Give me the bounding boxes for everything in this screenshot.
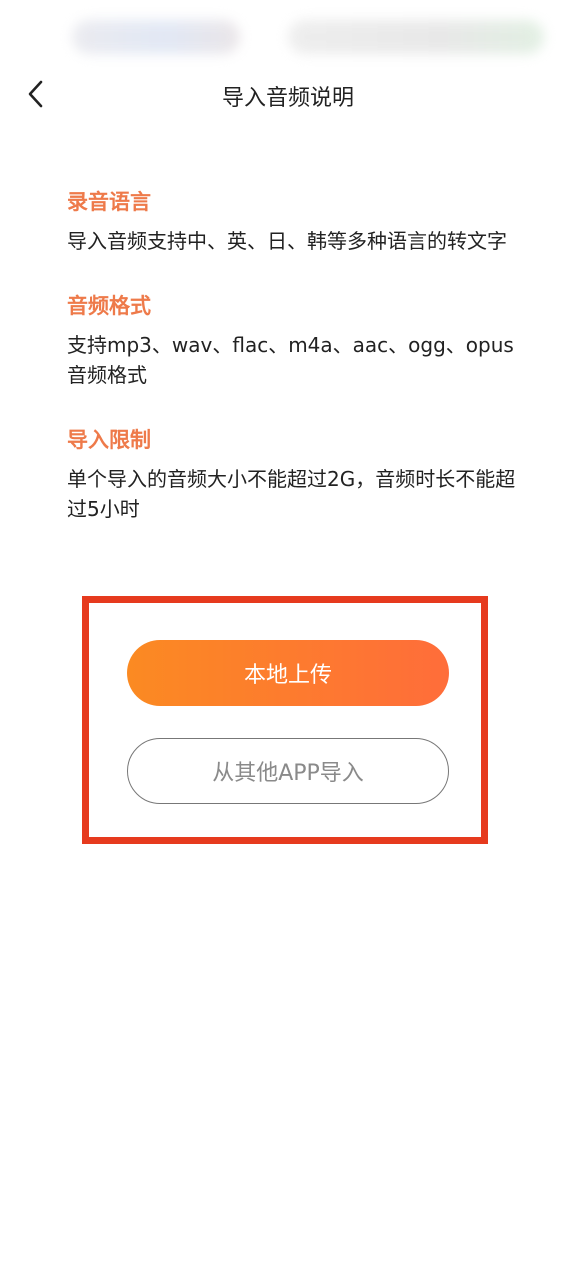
local-upload-button[interactable]: 本地上传 — [127, 640, 449, 706]
section-audio-format: 音频格式 支持mp3、wav、flac、m4a、aac、ogg、opus音频格式 — [67, 290, 517, 390]
status-bar-blurred-left — [72, 20, 240, 54]
highlight-box — [82, 596, 488, 844]
status-bar — [0, 0, 576, 72]
section-recording-language: 录音语言 导入音频支持中、英、日、韩等多种语言的转文字 — [67, 186, 517, 256]
section-import-limit: 导入限制 单个导入的音频大小不能超过2G，音频时长不能超过5小时 — [67, 424, 517, 524]
section-text: 单个导入的音频大小不能超过2G，音频时长不能超过5小时 — [67, 467, 516, 521]
status-bar-blurred-right — [288, 20, 544, 54]
section-title: 导入限制 — [67, 428, 151, 452]
info-content: 录音语言 导入音频支持中、英、日、韩等多种语言的转文字 音频格式 支持mp3、w… — [67, 186, 517, 558]
section-text: 导入音频支持中、英、日、韩等多种语言的转文字 — [67, 229, 507, 253]
page-title: 导入音频说明 — [221, 86, 354, 111]
nav-bar: 导入音频说明 — [0, 72, 576, 116]
section-title: 录音语言 — [67, 190, 151, 214]
import-from-other-app-button[interactable]: 从其他APP导入 — [127, 738, 449, 804]
section-text: 支持mp3、wav、flac、m4a、aac、ogg、opus音频格式 — [67, 333, 514, 387]
screen: 导入音频说明 录音语言 导入音频支持中、英、日、韩等多种语言的转文字 音频格式 … — [0, 0, 576, 1280]
section-title: 音频格式 — [67, 294, 151, 318]
